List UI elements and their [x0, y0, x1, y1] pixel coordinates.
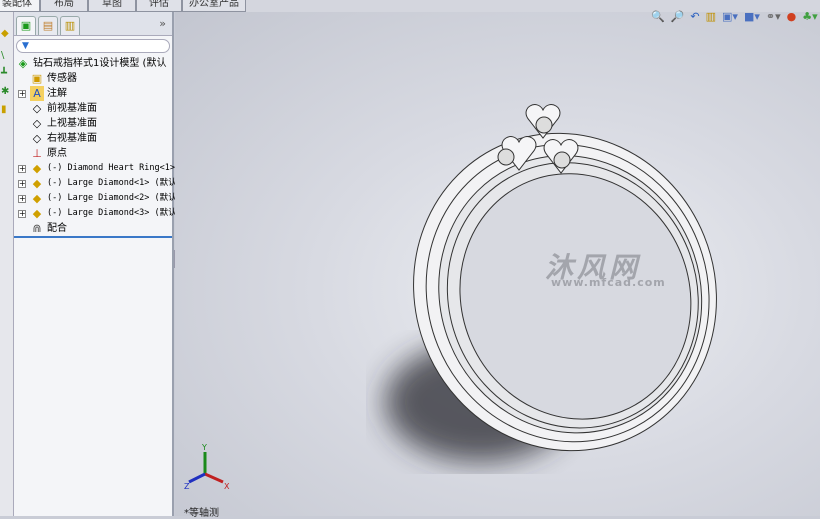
view-orientation-icon[interactable]: ▣▾	[722, 10, 738, 23]
assembly-icon: ◈	[18, 57, 28, 70]
apply-scene-icon[interactable]: ♣▾	[802, 10, 817, 23]
plane-icon: ◇	[32, 132, 42, 145]
filter-input[interactable]: ▼	[16, 39, 170, 53]
hide-show-items-icon[interactable]: ⚭▾	[766, 10, 781, 23]
tree-item-mates[interactable]: ⋒ 配合	[30, 221, 67, 236]
mate-icon[interactable]: ▮	[1, 104, 7, 115]
expand-panel-button[interactable]: »	[159, 17, 166, 30]
property-manager-tab[interactable]: ▤	[38, 16, 58, 35]
edit-appearance-icon[interactable]: ●	[787, 10, 797, 23]
graphics-viewport[interactable]: 沐风网www.mfcad.com 🔍 🔎 ↶ ▥ ▣▾ ■▾ ⚭▾ ● ♣▾ ●…	[175, 10, 820, 516]
plane-icon: ◇	[32, 102, 42, 115]
tree-item-top-plane[interactable]: ◇ 上视基准面	[30, 116, 97, 131]
part-icon: ◆	[32, 177, 42, 190]
expand-icon[interactable]: +	[18, 164, 26, 173]
rollback-bar[interactable]	[14, 236, 172, 238]
configuration-manager-tab[interactable]: ▥	[60, 16, 80, 35]
annotation-folder-icon: A	[30, 86, 44, 101]
expand-icon[interactable]: +	[18, 209, 26, 218]
feature-tree: ◈ 钻石戒指样式1设计模型 (默认 ▣ 传感器 + A 注解 ◇ 前视基准面 ◇ 上视基准面…	[14, 56, 177, 246]
panel-tabs: ▣ ▤ ▥ »	[14, 12, 172, 36]
section-view-icon[interactable]: ▥	[706, 10, 716, 23]
zoom-to-fit-icon[interactable]: 🔍	[651, 10, 665, 23]
tree-root[interactable]: ◈ 钻石戒指样式1设计模型 (默认	[16, 56, 167, 71]
expand-icon[interactable]: +	[18, 89, 26, 98]
ring-model	[385, 104, 717, 462]
line-icon[interactable]: \	[1, 50, 4, 61]
tree-item-origin[interactable]: ⊥ 原点	[30, 146, 67, 161]
smart-fastener-icon[interactable]: ◆	[1, 28, 9, 39]
tree-item-large-diamond-3[interactable]: + ◆ (-) Large Diamond<3> (默认	[18, 206, 177, 221]
view-triad: Y X Z	[184, 443, 230, 491]
tree-item-large-diamond-1[interactable]: + ◆ (-) Large Diamond<1> (默认	[18, 176, 177, 191]
triad-z-axis	[188, 472, 206, 484]
part-icon: ◆	[32, 207, 42, 220]
left-toolbar: ◆ \ ┻ ✱ ▮	[0, 12, 14, 516]
filter-icon: ▼	[22, 41, 29, 51]
tab-layout[interactable]: 布局	[40, 0, 88, 12]
tree-item-annotations[interactable]: + A 注解	[18, 86, 67, 101]
watermark: 沐风网 www.mfcad.com	[545, 251, 666, 289]
tree-item-sensors[interactable]: ▣ 传感器	[30, 71, 77, 86]
triad-y-label: Y	[201, 443, 207, 452]
mates-icon: ⋒	[32, 222, 42, 235]
part-icon: ◆	[32, 162, 42, 175]
feature-manager-panel: ▣ ▤ ▥ » ▼ ◈ 钻石戒指样式1设计模型 (默认 ▣ 传感器 + A 注解 ◇ 前视…	[14, 12, 177, 516]
explode-icon[interactable]: ✱	[1, 86, 9, 97]
display-style-icon[interactable]: ■▾	[744, 10, 760, 23]
tab-assembly[interactable]: 装配体	[0, 0, 40, 12]
tree-item-large-diamond-2[interactable]: + ◆ (-) Large Diamond<2> (默认	[18, 191, 177, 206]
sensor-folder-icon: ▣	[31, 72, 43, 85]
origin-icon: ⊥	[32, 147, 42, 160]
plane-icon: ◇	[32, 117, 42, 130]
expand-icon[interactable]: +	[18, 179, 26, 188]
tree-item-heart-ring[interactable]: + ◆ (-) Diamond Heart Ring<1>	[18, 161, 175, 176]
tab-evaluate[interactable]: 评估	[136, 0, 182, 12]
tree-item-front-plane[interactable]: ◇ 前视基准面	[30, 101, 97, 116]
triad-z-label: Z	[184, 482, 190, 491]
view-name-label: *等轴测	[184, 508, 219, 519]
previous-view-icon[interactable]: ↶	[690, 10, 699, 23]
tab-sketch[interactable]: 草图	[88, 0, 136, 12]
heads-up-toolbar: 🔍 🔎 ↶ ▥ ▣▾ ■▾ ⚭▾ ● ♣▾ ●▾	[651, 10, 820, 23]
move-component-icon[interactable]: ┻	[1, 68, 7, 79]
expand-icon[interactable]: +	[18, 194, 26, 203]
tab-office-products[interactable]: 办公室产品	[182, 0, 246, 12]
triad-x-label: X	[224, 482, 230, 491]
triad-x-axis	[204, 472, 224, 484]
part-icon: ◆	[32, 192, 42, 205]
feature-manager-tab[interactable]: ▣	[16, 16, 36, 35]
zoom-to-area-icon[interactable]: 🔎	[671, 10, 685, 23]
tree-item-right-plane[interactable]: ◇ 右视基准面	[30, 131, 97, 146]
